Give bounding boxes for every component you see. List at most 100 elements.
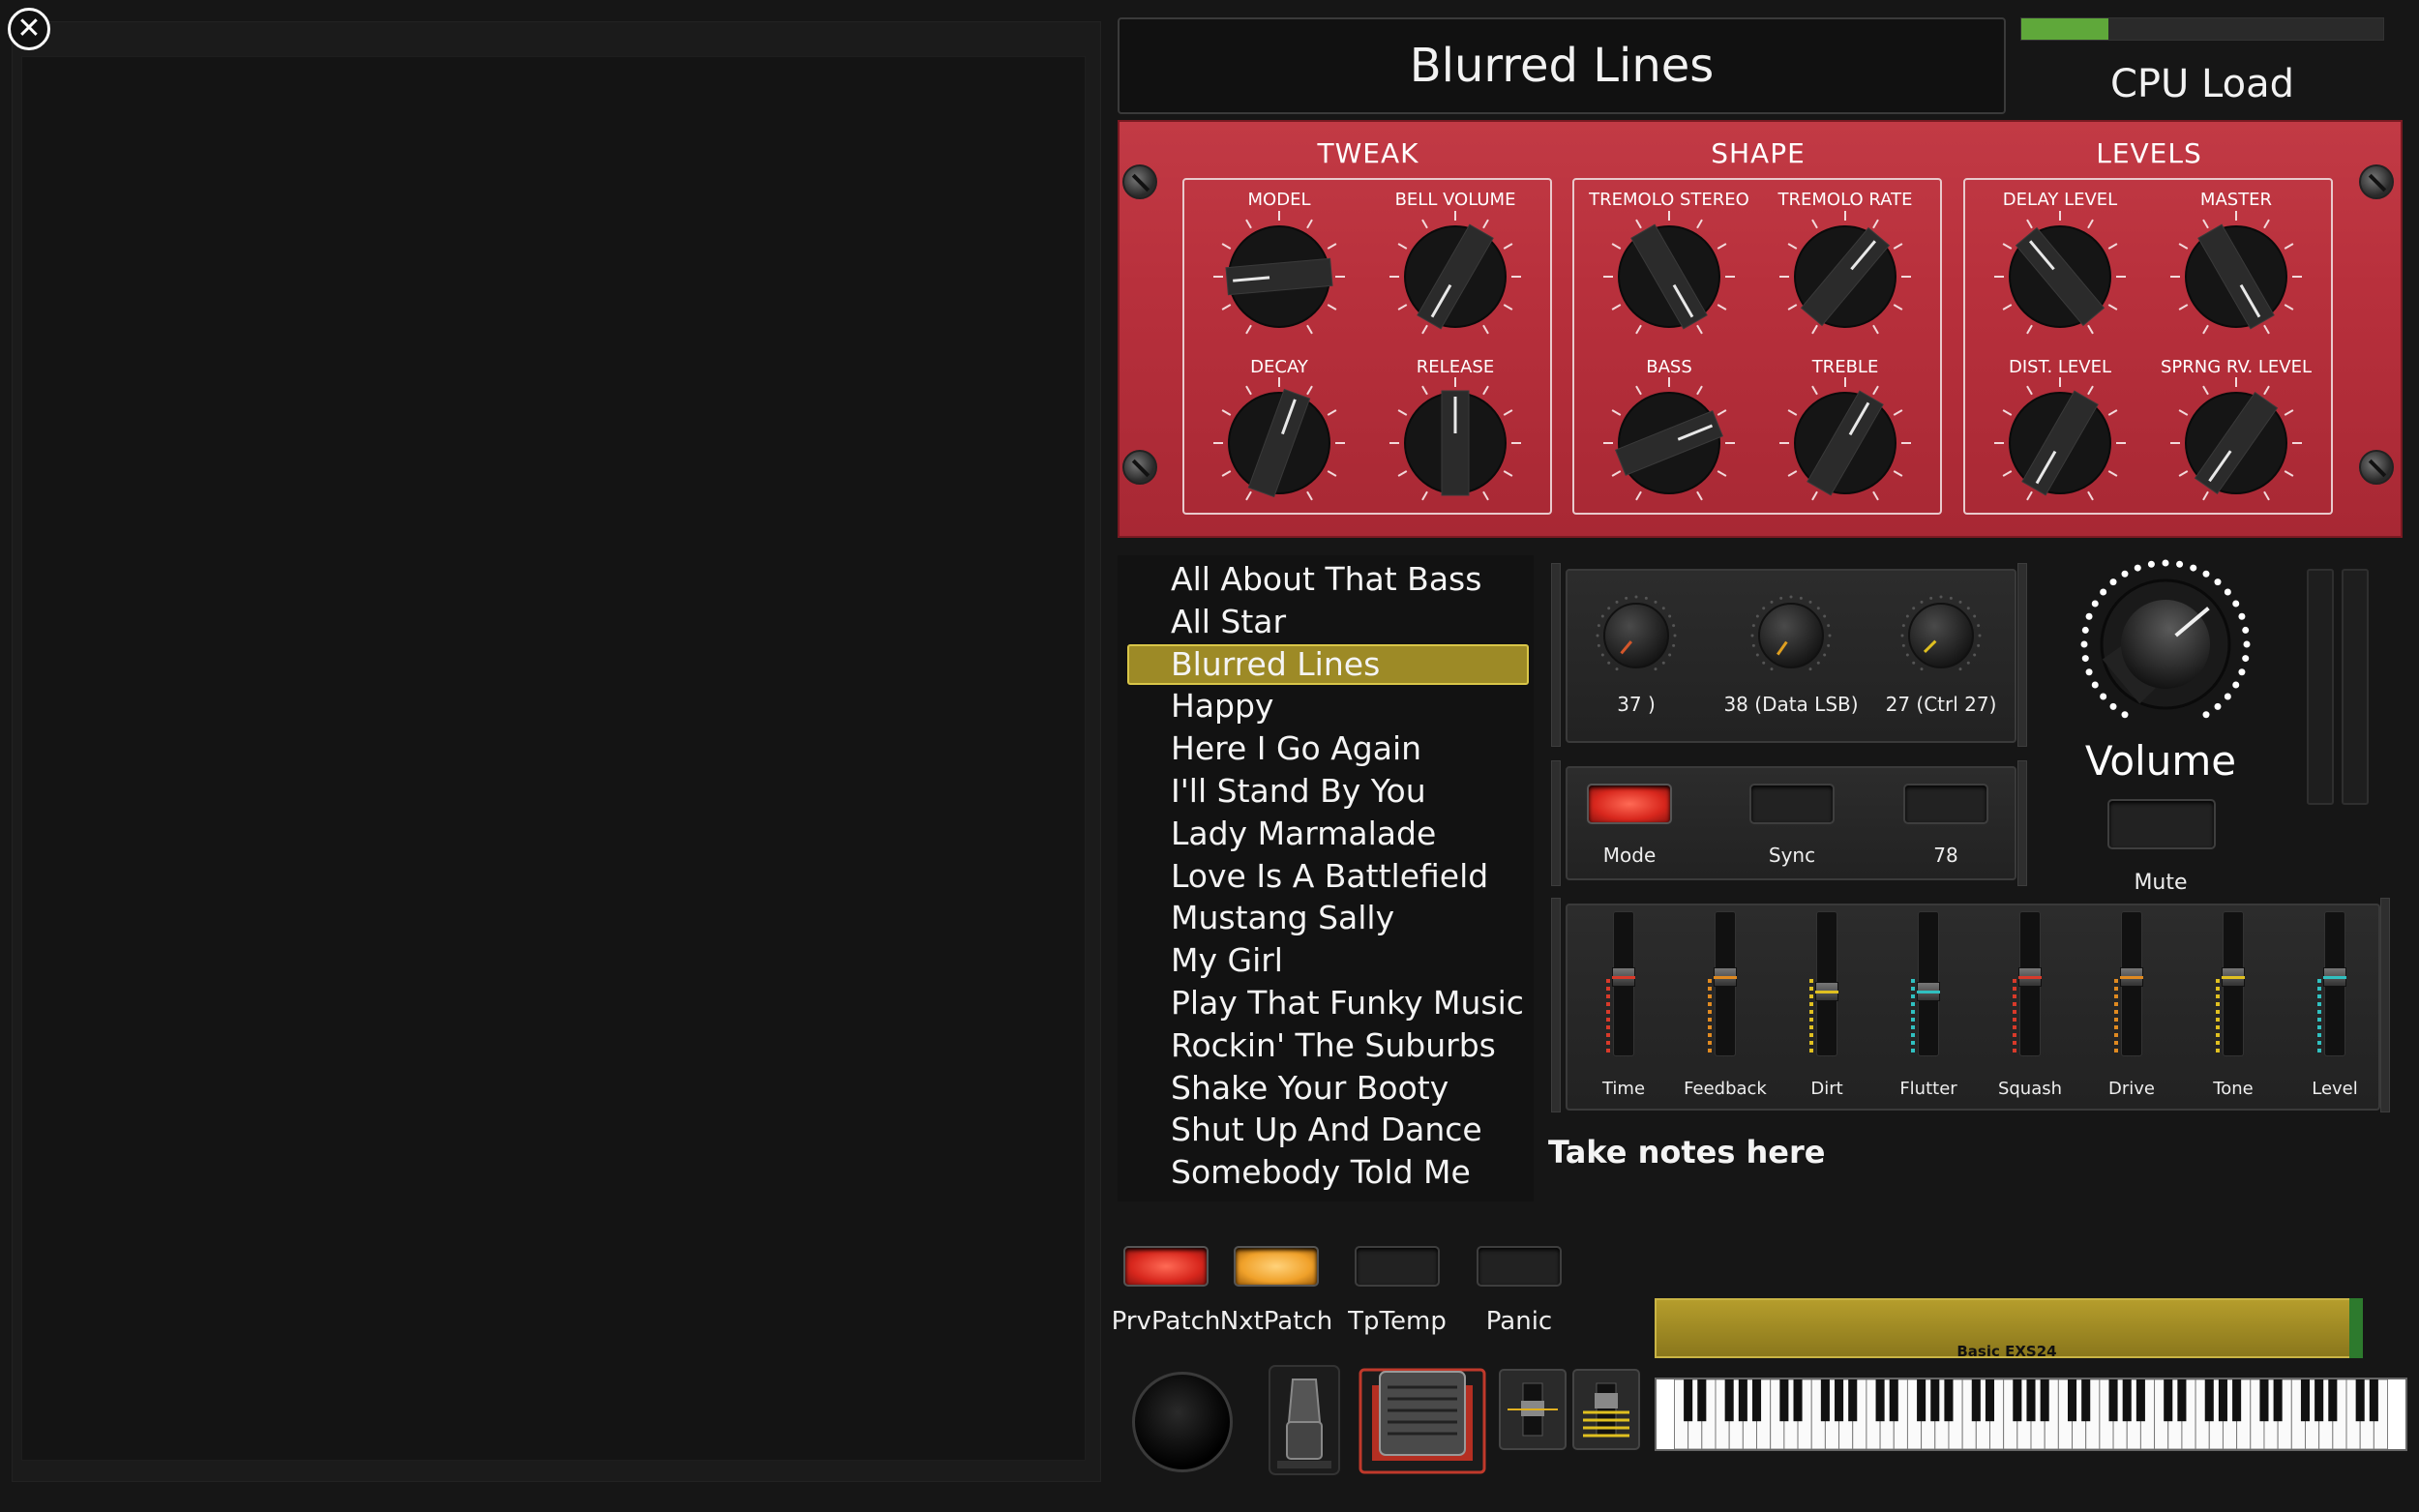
knob-decay[interactable] <box>1207 371 1352 516</box>
piano-keyboard[interactable] <box>1655 1378 2407 1451</box>
black-key[interactable] <box>1684 1379 1693 1422</box>
patch-list-item[interactable]: Love Is A Battlefield <box>1171 856 1538 897</box>
black-key[interactable] <box>1917 1379 1926 1422</box>
fader-led <box>1809 1002 1813 1006</box>
black-key[interactable] <box>2081 1379 2091 1422</box>
black-key[interactable] <box>1724 1379 1734 1422</box>
black-key[interactable] <box>1889 1379 1898 1422</box>
footer-button-nxtpatch[interactable] <box>1234 1246 1319 1287</box>
patch-list-item[interactable]: Somebody Told Me <box>1171 1152 1538 1193</box>
volume-knob[interactable] <box>2069 559 2262 728</box>
black-key[interactable] <box>1820 1379 1830 1422</box>
fader-led <box>2114 1049 2118 1052</box>
knob-model[interactable] <box>1207 204 1352 349</box>
black-key[interactable] <box>1848 1379 1858 1422</box>
fader-led <box>2216 1033 2220 1037</box>
patch-list-item[interactable]: Lady Marmalade <box>1171 814 1538 854</box>
black-key[interactable] <box>2013 1379 2022 1422</box>
fader-led <box>2114 1041 2118 1045</box>
mod-wheel-icon[interactable] <box>1571 1368 1641 1451</box>
fader-led <box>1606 1010 1610 1014</box>
patch-list-item[interactable]: All Star <box>1171 602 1538 642</box>
black-key[interactable] <box>2040 1379 2049 1422</box>
black-key[interactable] <box>2314 1379 2324 1422</box>
knob-bass[interactable] <box>1597 371 1742 516</box>
black-key[interactable] <box>2164 1379 2173 1422</box>
toggle-button-sync[interactable] <box>1749 784 1835 824</box>
black-key[interactable] <box>2259 1379 2269 1422</box>
knob-tremolo-stereo[interactable] <box>1597 204 1742 349</box>
fader-led <box>2317 1018 2321 1022</box>
fader-led <box>1708 987 1712 991</box>
cc-knob[interactable] <box>1747 592 1835 679</box>
black-key[interactable] <box>1971 1379 1981 1422</box>
notes-text[interactable]: Take notes here <box>1548 1134 1825 1171</box>
fader-led <box>2317 1041 2321 1045</box>
fader-led <box>2114 1010 2118 1014</box>
knob-sprng-rv-level[interactable] <box>2164 371 2309 516</box>
fader-led <box>1809 1010 1813 1014</box>
black-key[interactable] <box>2369 1379 2378 1422</box>
black-key[interactable] <box>2122 1379 2132 1422</box>
patch-list-item[interactable]: Rockin' The Suburbs <box>1171 1025 1538 1066</box>
patch-list-item[interactable]: Shake Your Booty <box>1171 1068 1538 1109</box>
expression-pedal-icon[interactable] <box>1359 1368 1486 1474</box>
patch-list-item[interactable]: My Girl <box>1171 940 1538 981</box>
black-key[interactable] <box>1779 1379 1789 1422</box>
black-key[interactable] <box>1751 1379 1762 1422</box>
knob-bell-volume[interactable] <box>1383 204 1528 349</box>
fader-led <box>2114 1025 2118 1029</box>
black-key[interactable] <box>2026 1379 2036 1422</box>
black-key[interactable] <box>1944 1379 1954 1422</box>
fader-led <box>2317 1033 2321 1037</box>
fader-led <box>1606 994 1610 998</box>
patch-list-item[interactable]: Shut Up And Dance <box>1171 1110 1538 1150</box>
patch-list-item[interactable]: Here I Go Again <box>1171 728 1538 769</box>
pitch-wheel-icon[interactable] <box>1498 1368 1568 1451</box>
sustain-pedal-icon[interactable] <box>1268 1364 1341 1476</box>
black-key[interactable] <box>2067 1379 2077 1422</box>
mute-button[interactable] <box>2107 799 2216 849</box>
black-key[interactable] <box>2204 1379 2214 1422</box>
footer-button-prvpatch[interactable] <box>1123 1246 1209 1287</box>
footer-button-panic[interactable] <box>1477 1246 1562 1287</box>
footer-button-tptemp[interactable] <box>1355 1246 1440 1287</box>
fader-led <box>2216 987 2220 991</box>
close-icon[interactable]: ✕ <box>8 8 50 50</box>
black-key[interactable] <box>2218 1379 2227 1422</box>
black-key[interactable] <box>1835 1379 1844 1422</box>
black-key[interactable] <box>1875 1379 1885 1422</box>
black-key[interactable] <box>2177 1379 2187 1422</box>
patch-list-item[interactable]: Happy <box>1171 686 1538 726</box>
black-key[interactable] <box>2273 1379 2283 1422</box>
black-key[interactable] <box>2300 1379 2311 1422</box>
black-key[interactable] <box>1793 1379 1803 1422</box>
patch-list-item[interactable]: Play That Funky Music <box>1171 983 1538 1023</box>
black-key[interactable] <box>1697 1379 1707 1422</box>
cc-knob[interactable] <box>1897 592 1985 679</box>
knob-delay-level[interactable] <box>1987 204 2133 349</box>
black-key[interactable] <box>1738 1379 1747 1422</box>
black-key[interactable] <box>2135 1379 2145 1422</box>
black-key[interactable] <box>2108 1379 2118 1422</box>
patch-list-item[interactable]: Blurred Lines <box>1171 644 1538 685</box>
rotary-controller[interactable] <box>1132 1372 1233 1472</box>
section-title-shape: SHAPE <box>1711 137 1806 169</box>
patch-list-item[interactable]: I'll Stand By You <box>1171 771 1538 812</box>
black-key[interactable] <box>2328 1379 2338 1422</box>
knob-dist-level[interactable] <box>1987 371 2133 516</box>
knob-treble[interactable] <box>1773 371 1918 516</box>
fader-led <box>2216 1041 2220 1045</box>
black-key[interactable] <box>1930 1379 1940 1422</box>
black-key[interactable] <box>2355 1379 2365 1422</box>
patch-list-item[interactable]: Mustang Sally <box>1171 898 1538 938</box>
black-key[interactable] <box>1985 1379 1995 1422</box>
toggle-button-mode[interactable] <box>1587 784 1672 824</box>
patch-list-item[interactable]: All About That Bass <box>1171 559 1538 600</box>
cc-knob[interactable] <box>1593 592 1680 679</box>
toggle-button-78[interactable] <box>1903 784 1988 824</box>
black-key[interactable] <box>2232 1379 2242 1422</box>
knob-master[interactable] <box>2164 204 2309 349</box>
knob-tremolo-rate[interactable] <box>1773 204 1918 349</box>
knob-release[interactable] <box>1383 371 1528 516</box>
